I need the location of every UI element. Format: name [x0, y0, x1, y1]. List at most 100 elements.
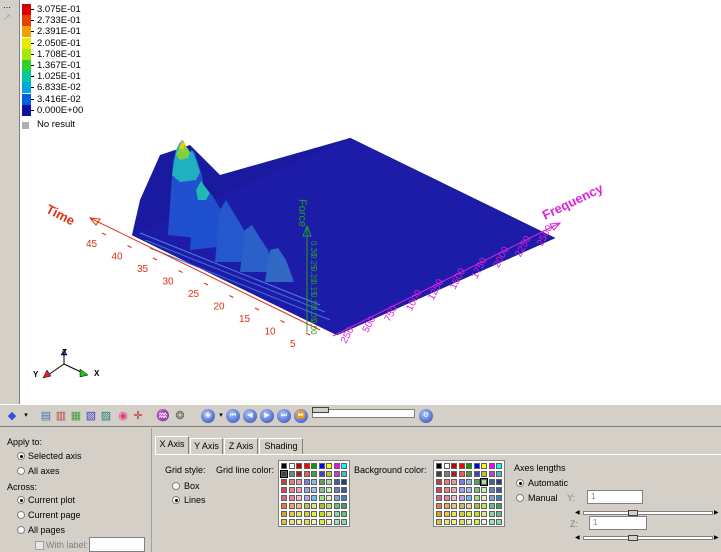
color-swatch[interactable] — [296, 511, 302, 517]
color-swatch[interactable] — [303, 519, 310, 525]
color-swatch[interactable] — [333, 503, 340, 509]
z-length-slider[interactable] — [583, 536, 713, 540]
play-button[interactable]: ▶ — [260, 409, 274, 423]
color-swatch[interactable] — [303, 503, 310, 509]
color-swatch[interactable] — [288, 487, 295, 493]
color-swatch[interactable] — [496, 503, 502, 509]
color-swatch[interactable] — [451, 471, 457, 477]
color-swatch[interactable] — [318, 463, 325, 469]
grid-box-radio[interactable] — [172, 482, 180, 490]
y-slider-right-arrow[interactable]: ▶ — [714, 510, 719, 516]
color-swatch[interactable] — [488, 479, 495, 485]
color-swatch[interactable] — [341, 479, 347, 485]
mesh-view-icon[interactable]: ▦ — [69, 409, 83, 423]
color-swatch[interactable] — [341, 471, 347, 477]
color-swatch[interactable] — [303, 479, 310, 485]
color-swatch[interactable] — [451, 463, 457, 469]
color-swatch[interactable] — [451, 495, 457, 501]
color-swatch[interactable] — [303, 463, 310, 469]
color-swatch[interactable] — [443, 463, 450, 469]
tab-x-axis[interactable]: X Axis — [155, 436, 189, 455]
color-swatch[interactable] — [473, 471, 480, 477]
color-swatch[interactable] — [333, 495, 340, 501]
color-swatch[interactable] — [341, 519, 347, 525]
current-page-radio[interactable] — [17, 511, 25, 519]
color-swatch[interactable] — [481, 463, 487, 469]
color-swatch[interactable] — [296, 519, 302, 525]
color-swatch[interactable] — [458, 471, 465, 477]
color-swatch[interactable] — [488, 471, 495, 477]
color-swatch[interactable] — [281, 487, 287, 493]
color-swatch[interactable] — [296, 503, 302, 509]
color-swatch[interactable] — [288, 511, 295, 517]
color-swatch[interactable] — [443, 495, 450, 501]
color-swatch[interactable] — [443, 487, 450, 493]
color-swatch[interactable] — [458, 479, 465, 485]
color-swatch[interactable] — [318, 471, 325, 477]
color-swatch[interactable] — [473, 519, 480, 525]
color-swatch[interactable] — [488, 495, 495, 501]
color-swatch[interactable] — [458, 487, 465, 493]
current-plot-radio[interactable] — [17, 496, 25, 504]
color-swatch[interactable] — [481, 503, 487, 509]
color-swatch[interactable] — [451, 503, 457, 509]
color-swatch[interactable] — [303, 495, 310, 501]
color-swatch[interactable] — [436, 519, 442, 525]
color-swatch[interactable] — [466, 463, 472, 469]
color-swatch[interactable] — [281, 479, 287, 485]
color-swatch[interactable] — [311, 503, 317, 509]
color-swatch[interactable] — [473, 479, 480, 485]
pointer-tool-icon[interactable]: ↗ — [3, 12, 16, 24]
note-icon[interactable]: ❂ — [173, 409, 187, 423]
color-swatch[interactable] — [466, 471, 472, 477]
color-swatch[interactable] — [326, 495, 332, 501]
color-swatch[interactable] — [473, 463, 480, 469]
color-swatch[interactable] — [326, 503, 332, 509]
color-wheel-icon[interactable]: ◉ — [116, 409, 130, 423]
color-swatch[interactable] — [296, 463, 302, 469]
color-swatch[interactable] — [318, 511, 325, 517]
color-swatch[interactable] — [496, 511, 502, 517]
color-swatch[interactable] — [341, 495, 347, 501]
color-swatch[interactable] — [341, 463, 347, 469]
color-swatch[interactable] — [318, 487, 325, 493]
color-swatch[interactable] — [443, 511, 450, 517]
color-swatch[interactable] — [436, 479, 442, 485]
color-swatch[interactable] — [333, 511, 340, 517]
color-swatch[interactable] — [311, 519, 317, 525]
dropdown-arrow-icon[interactable]: ▾ — [19, 409, 33, 423]
grid-view-icon[interactable]: ▨ — [99, 409, 113, 423]
color-swatch[interactable] — [280, 470, 288, 478]
plot-viewport[interactable]: Time 45 40 35 30 25 20 15 10 5 Frequency 250 500 7… — [19, 0, 721, 404]
color-swatch[interactable] — [333, 463, 340, 469]
waterfall-view-icon[interactable]: ▤ — [39, 409, 53, 423]
color-swatch[interactable] — [480, 478, 488, 486]
color-swatch[interactable] — [311, 495, 317, 501]
color-swatch[interactable] — [458, 463, 465, 469]
color-swatch[interactable] — [496, 479, 502, 485]
with-label-checkbox[interactable] — [35, 541, 44, 550]
crosshair-icon[interactable]: ✛ — [131, 409, 145, 423]
color-swatch[interactable] — [296, 471, 302, 477]
color-swatch[interactable] — [318, 495, 325, 501]
grid-lines-radio[interactable] — [172, 496, 180, 504]
color-swatch[interactable] — [466, 519, 472, 525]
tab-z-axis[interactable]: Z Axis — [224, 438, 258, 454]
color-swatch[interactable] — [318, 519, 325, 525]
color-swatch[interactable] — [303, 471, 310, 477]
fast-forward-button[interactable]: ⏩ — [294, 409, 308, 423]
color-swatch[interactable] — [281, 495, 287, 501]
color-swatch[interactable] — [341, 487, 347, 493]
color-swatch[interactable] — [473, 487, 480, 493]
z-slider-left-arrow[interactable]: ◀ — [575, 535, 580, 541]
color-swatch[interactable] — [458, 503, 465, 509]
color-swatch[interactable] — [288, 471, 295, 477]
color-swatch[interactable] — [436, 463, 442, 469]
z-length-input[interactable]: 1 — [589, 516, 647, 530]
color-swatch[interactable] — [488, 487, 495, 493]
color-swatch[interactable] — [436, 487, 442, 493]
color-swatch[interactable] — [333, 471, 340, 477]
color-swatch[interactable] — [311, 463, 317, 469]
axes-manual-radio[interactable] — [516, 494, 524, 502]
color-swatch[interactable] — [288, 463, 295, 469]
